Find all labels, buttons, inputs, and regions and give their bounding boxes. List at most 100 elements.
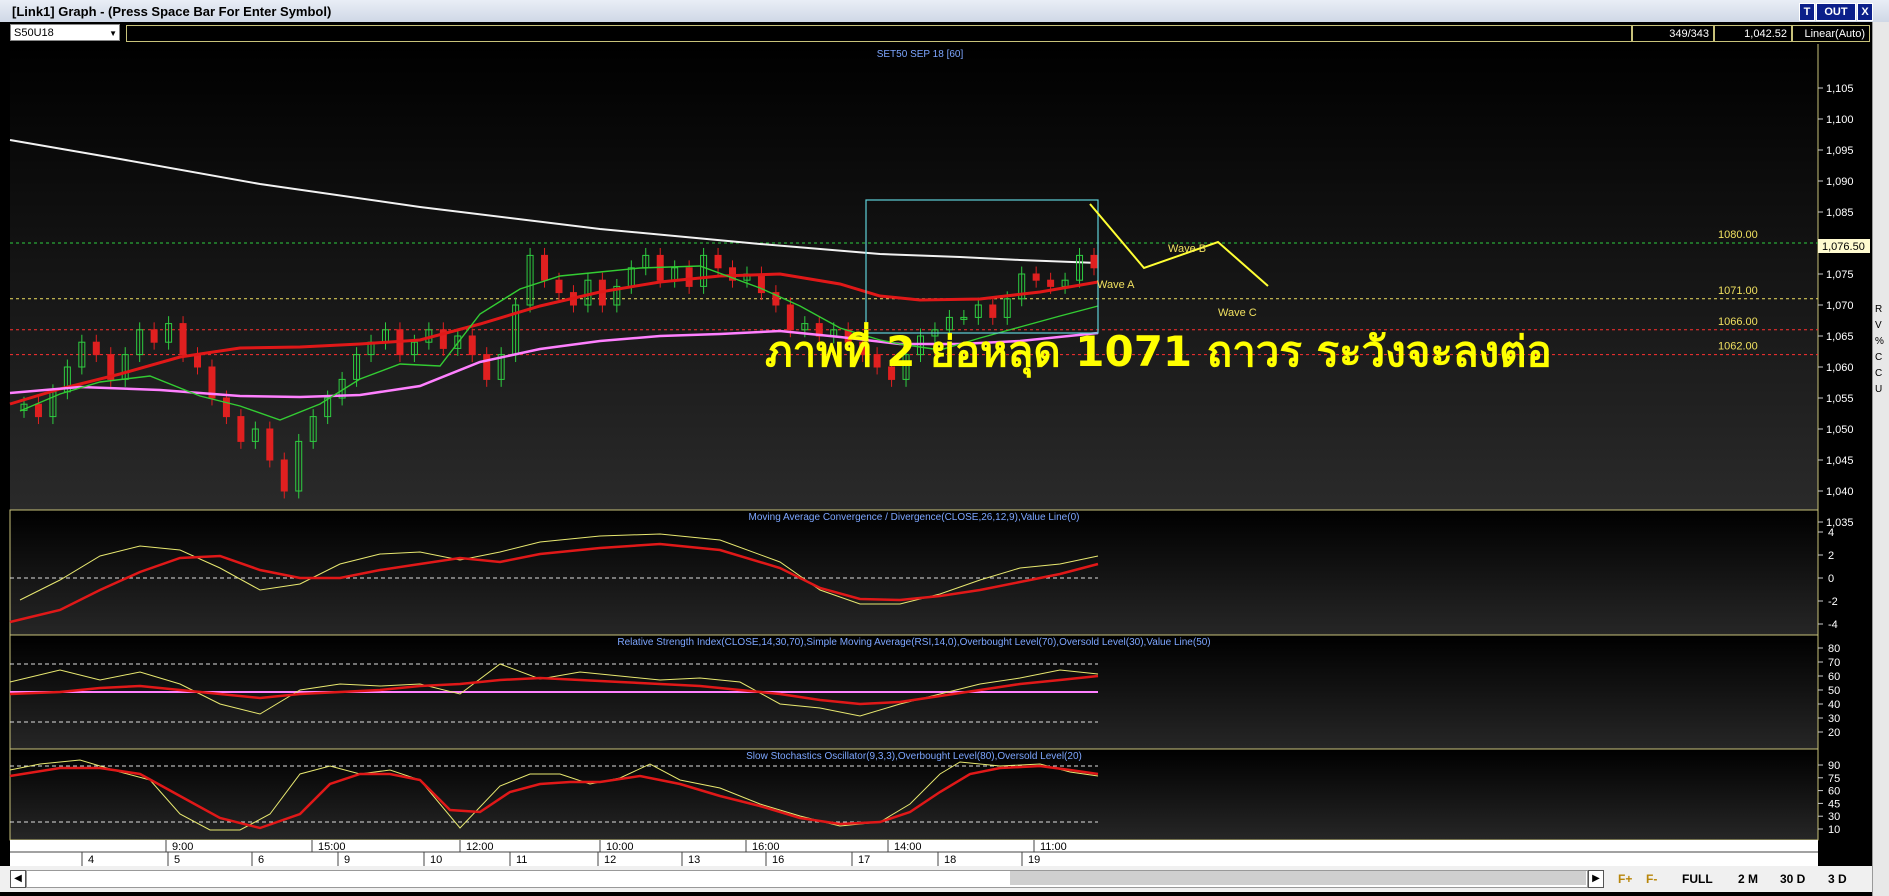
axis-tick-label: 90 bbox=[1828, 760, 1840, 772]
day-label: 6 bbox=[258, 854, 264, 866]
time-label: 16:00 bbox=[752, 841, 780, 853]
macd-title: Moving Average Convergence / Divergence(… bbox=[749, 512, 1080, 523]
right-strip-item[interactable]: R bbox=[1873, 302, 1889, 318]
candle-body bbox=[685, 267, 693, 287]
price-tick-label: 1,050 bbox=[1826, 424, 1854, 436]
right-strip-item[interactable]: C bbox=[1873, 350, 1889, 366]
time-label: 15:00 bbox=[318, 841, 346, 853]
price-readout: 1,042.52 bbox=[1714, 25, 1792, 42]
candle-body bbox=[989, 304, 997, 318]
scroll-thumb[interactable] bbox=[1010, 871, 1586, 885]
scroll-left-button[interactable]: ◀ bbox=[10, 870, 26, 888]
day-label: 10 bbox=[430, 854, 442, 866]
2m-range-button[interactable]: 2 M bbox=[1738, 872, 1758, 886]
30d-range-button[interactable]: 30 D bbox=[1780, 872, 1805, 886]
day-label: 4 bbox=[88, 854, 94, 866]
scale-mode[interactable]: Linear(Auto) bbox=[1792, 25, 1870, 42]
candle-body bbox=[194, 354, 202, 368]
scroll-right-button[interactable]: ▶ bbox=[1588, 870, 1604, 888]
axis-tick-label: 40 bbox=[1828, 699, 1840, 711]
time-label: 10:00 bbox=[606, 841, 634, 853]
axis-tick-label: 30 bbox=[1828, 713, 1840, 725]
axis-tick-label: 50 bbox=[1828, 685, 1840, 697]
axis-tick-label: 4 bbox=[1828, 527, 1834, 539]
symbol-dropdown[interactable]: S50U18 ▼ bbox=[10, 24, 120, 41]
right-strip-item[interactable]: U bbox=[1873, 382, 1889, 398]
zoom-in-button[interactable]: F+ bbox=[1618, 872, 1632, 886]
day-label: 19 bbox=[1028, 854, 1040, 866]
price-tick-label: 1,075 bbox=[1826, 269, 1854, 281]
right-strip-item[interactable]: V bbox=[1873, 318, 1889, 334]
day-label: 12 bbox=[604, 854, 616, 866]
candle-body bbox=[541, 254, 549, 281]
candle-body bbox=[1090, 254, 1098, 269]
axis-tick-label: 60 bbox=[1828, 671, 1840, 683]
main-panel bbox=[10, 44, 1818, 510]
stoch-title: Slow Stochastics Oscillator(9,3,3),Overb… bbox=[746, 751, 1082, 762]
price-chart[interactable]: SET50 SEP 18 [60] 1,105 1,100 1,095 1,090 1,… bbox=[0, 44, 1872, 866]
axis-tick-label: 60 bbox=[1828, 786, 1840, 798]
time-label: 14:00 bbox=[894, 841, 922, 853]
candle-body bbox=[468, 335, 476, 356]
price-tick-label: 1,040 bbox=[1826, 486, 1854, 498]
last-price-label: 1,076.50 bbox=[1822, 241, 1865, 253]
axis-tick-label: 45 bbox=[1828, 798, 1840, 810]
axis-tick-label: 30 bbox=[1828, 811, 1840, 823]
axis-tick-label: 10 bbox=[1828, 824, 1840, 836]
price-tick-label: 1,070 bbox=[1826, 300, 1854, 312]
zoom-out-button[interactable]: F- bbox=[1646, 872, 1657, 886]
right-strip-item[interactable]: % bbox=[1873, 334, 1889, 350]
3d-range-button[interactable]: 3 D bbox=[1828, 872, 1847, 886]
day-label: 16 bbox=[772, 854, 784, 866]
rsi-axis: 80 70 60 50 40 30 20 bbox=[1818, 643, 1840, 739]
info-bar bbox=[126, 25, 1632, 42]
full-range-button[interactable]: FULL bbox=[1682, 872, 1713, 886]
day-label: 17 bbox=[858, 854, 870, 866]
t-button[interactable]: T bbox=[1799, 3, 1815, 21]
axis-tick-label: 80 bbox=[1828, 643, 1840, 655]
close-button[interactable]: X bbox=[1857, 3, 1873, 21]
window-title-bar: [Link1] Graph - (Press Space Bar For Ent… bbox=[0, 0, 1889, 23]
price-tick-label: 1,095 bbox=[1826, 145, 1854, 157]
price-tick-label: 1,085 bbox=[1826, 207, 1854, 219]
window-title: [Link1] Graph - (Press Space Bar For Ent… bbox=[12, 4, 332, 19]
candle-body bbox=[222, 397, 230, 418]
candle-body bbox=[34, 403, 42, 418]
day-label: 11 bbox=[516, 854, 527, 866]
macd-panel bbox=[9, 509, 1819, 636]
candle-body bbox=[266, 428, 274, 461]
annotation-text: ภาพที่ 2 ย่อหลุด 1071 ถาวร ระวังจะลงต่อ bbox=[765, 322, 1552, 378]
day-label: 5 bbox=[174, 854, 180, 866]
symbol-value: S50U18 bbox=[14, 27, 54, 39]
price-tick-label: 1,100 bbox=[1826, 114, 1854, 126]
candle-body bbox=[483, 354, 491, 380]
level-label: 1071.00 bbox=[1718, 285, 1758, 297]
axis-tick-label: 75 bbox=[1828, 773, 1840, 785]
bar-counter: 349/343 bbox=[1632, 25, 1714, 42]
macd-axis: 4 2 0 -2 -4 bbox=[1818, 527, 1838, 631]
axis-tick-label: 20 bbox=[1828, 727, 1840, 739]
chart-title: SET50 SEP 18 [60] bbox=[877, 49, 964, 60]
stoch-panel bbox=[9, 748, 1819, 841]
right-strip-item[interactable]: C bbox=[1873, 366, 1889, 382]
price-tick-label: 1,060 bbox=[1826, 362, 1854, 374]
axis-tick-label: 2 bbox=[1828, 550, 1834, 562]
axis-tick-label: -4 bbox=[1828, 619, 1838, 631]
candle-body bbox=[92, 341, 100, 356]
axis-tick-label: 0 bbox=[1828, 573, 1834, 585]
level-label: 1066.00 bbox=[1718, 316, 1758, 328]
out-button[interactable]: OUT bbox=[1816, 3, 1856, 21]
level-label: 1080.00 bbox=[1718, 229, 1758, 241]
day-label: 13 bbox=[688, 854, 700, 866]
price-axis: 1,1051,1001,0951,0901,0851,0801,0751,070… bbox=[1818, 83, 1854, 529]
wave-c-label: Wave C bbox=[1218, 307, 1257, 319]
right-side-panel: R V % C C U bbox=[1872, 22, 1889, 896]
wave-a-label: Wave A bbox=[1097, 279, 1135, 291]
level-label: 1062.00 bbox=[1718, 341, 1758, 353]
time-label: 11:00 bbox=[1040, 841, 1067, 853]
time-label: 9:00 bbox=[172, 841, 193, 853]
time-label: 12:00 bbox=[466, 841, 494, 853]
wave-b-label: Wave B bbox=[1168, 243, 1206, 255]
chevron-down-icon: ▼ bbox=[109, 29, 117, 38]
day-label: 18 bbox=[944, 854, 956, 866]
